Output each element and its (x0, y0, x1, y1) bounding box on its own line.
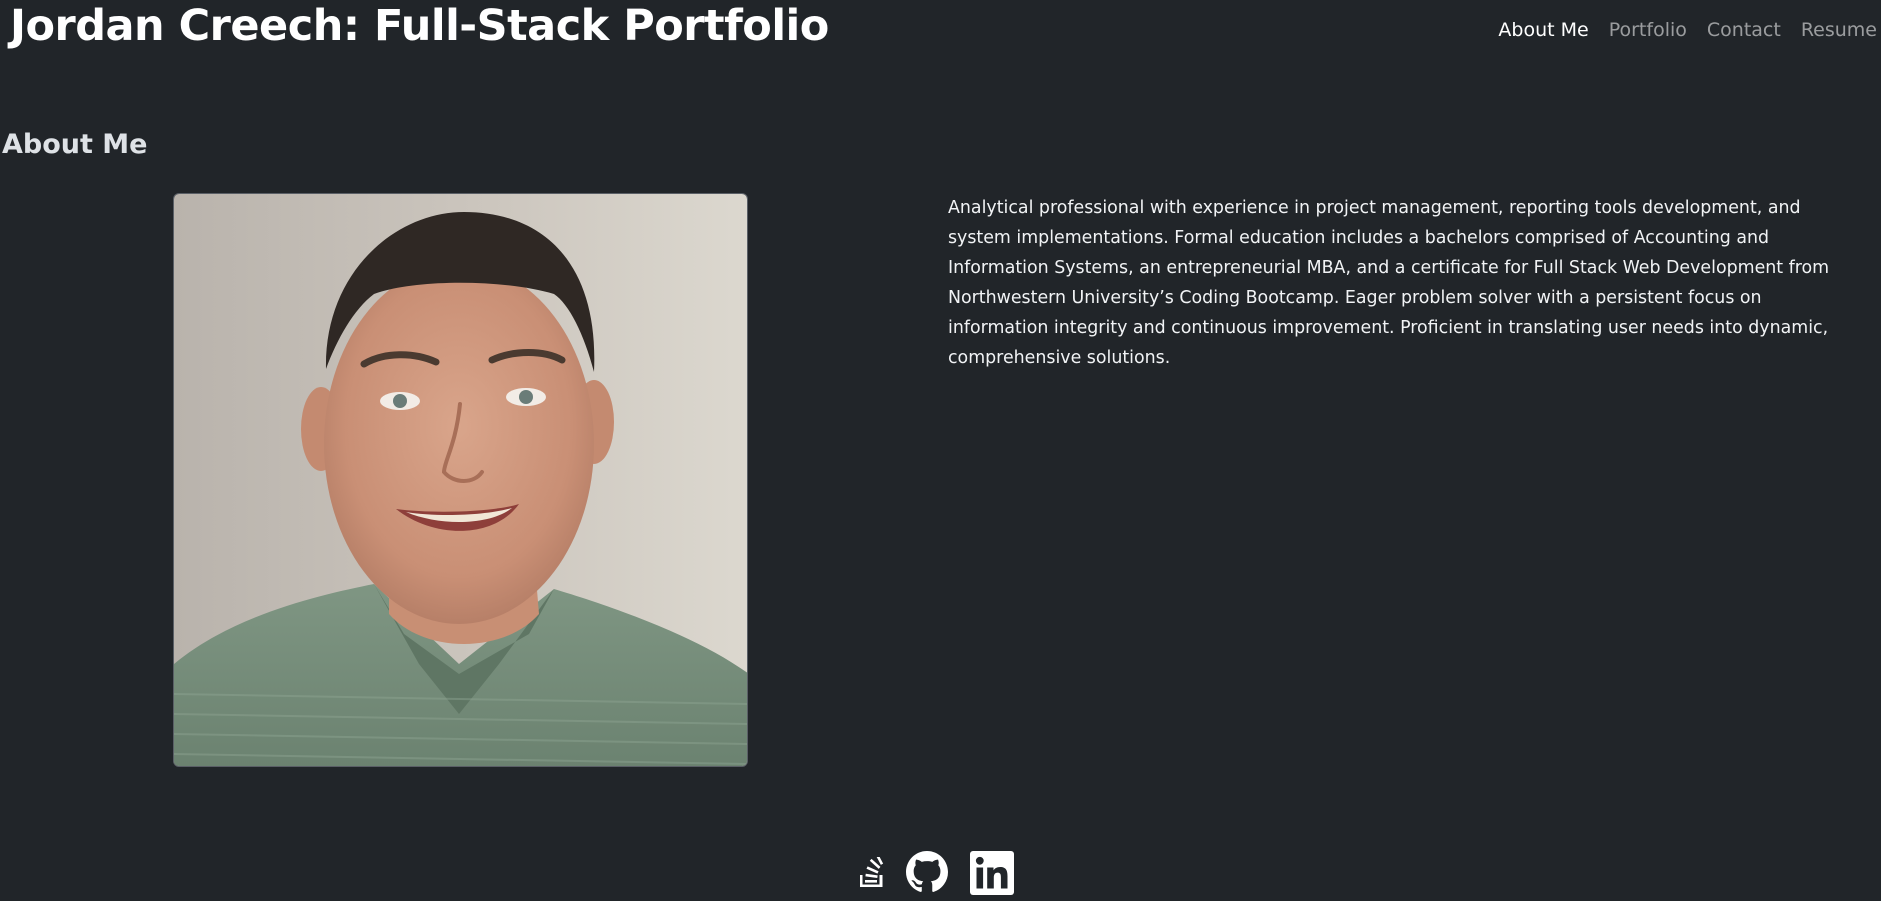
linkedin-icon (970, 851, 1014, 895)
nav-about-me[interactable]: About Me (1498, 16, 1588, 44)
profile-photo (173, 193, 748, 767)
social-links (860, 851, 1014, 901)
nav-portfolio[interactable]: Portfolio (1609, 16, 1687, 44)
about-heading: About Me (2, 129, 148, 160)
nav-contact[interactable]: Contact (1707, 16, 1781, 44)
github-link[interactable] (906, 851, 948, 893)
site-header: Jordan Creech: Full-Stack Portfolio Abou… (0, 0, 1881, 62)
stack-overflow-link[interactable] (860, 857, 884, 887)
main-nav: About Me Portfolio Contact Resume (1498, 16, 1877, 44)
linkedin-link[interactable] (970, 851, 1014, 895)
nav-resume[interactable]: Resume (1801, 16, 1877, 44)
site-title: Jordan Creech: Full-Stack Portfolio (10, 1, 829, 51)
github-icon (906, 851, 948, 893)
stack-overflow-icon (860, 857, 884, 887)
bio-text: Analytical professional with experience … (948, 198, 1830, 368)
